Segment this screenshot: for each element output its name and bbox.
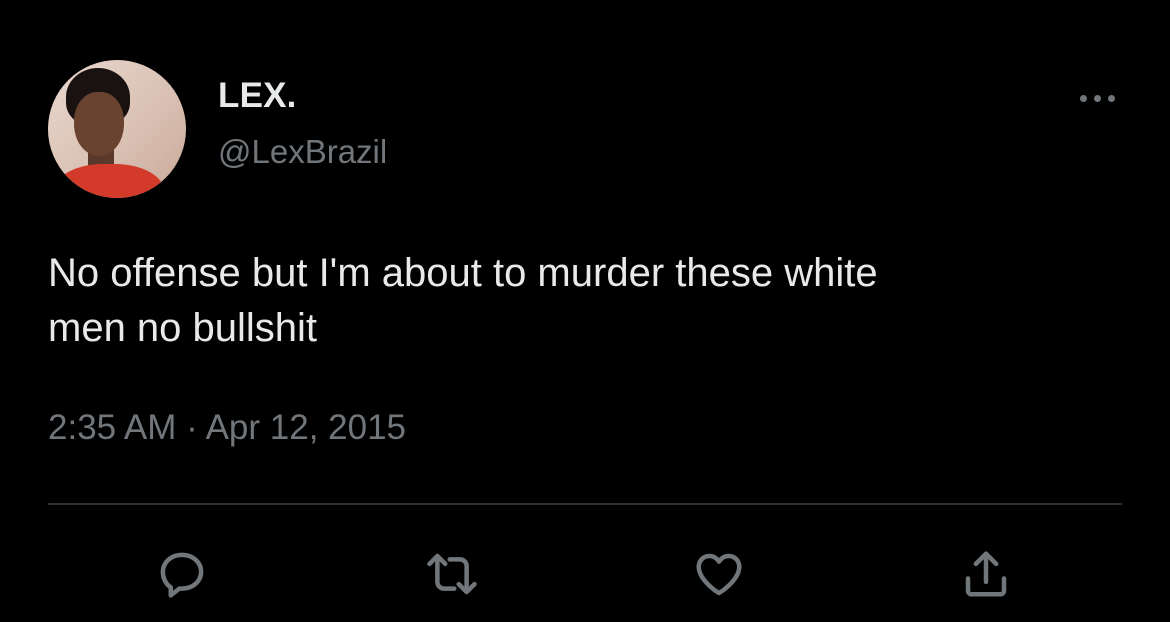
more-options-button[interactable] (1072, 80, 1122, 116)
more-dot-icon (1079, 94, 1087, 102)
reply-button[interactable] (153, 545, 211, 603)
avatar[interactable] (48, 60, 186, 198)
display-name[interactable]: LEX. (218, 76, 297, 116)
retweet-button[interactable] (423, 545, 481, 603)
avatar-face (74, 92, 124, 156)
more-dot-icon (1107, 94, 1115, 102)
tweet-text: No offense but I'm about to murder these… (48, 251, 878, 350)
more-dot-icon (1093, 94, 1101, 102)
heart-icon (696, 553, 742, 596)
tweet-timestamp[interactable]: 2:35 AM · Apr 12, 2015 (48, 408, 406, 448)
tweet-card: LEX. @LexBrazil No offense but I'm about… (0, 0, 1170, 622)
divider (48, 503, 1122, 505)
retweet-icon (427, 553, 477, 595)
share-icon (965, 551, 1007, 597)
like-button[interactable] (690, 545, 748, 603)
speech-bubble-icon (160, 552, 204, 598)
user-handle[interactable]: @LexBrazil (218, 133, 387, 171)
share-button[interactable] (957, 545, 1015, 603)
